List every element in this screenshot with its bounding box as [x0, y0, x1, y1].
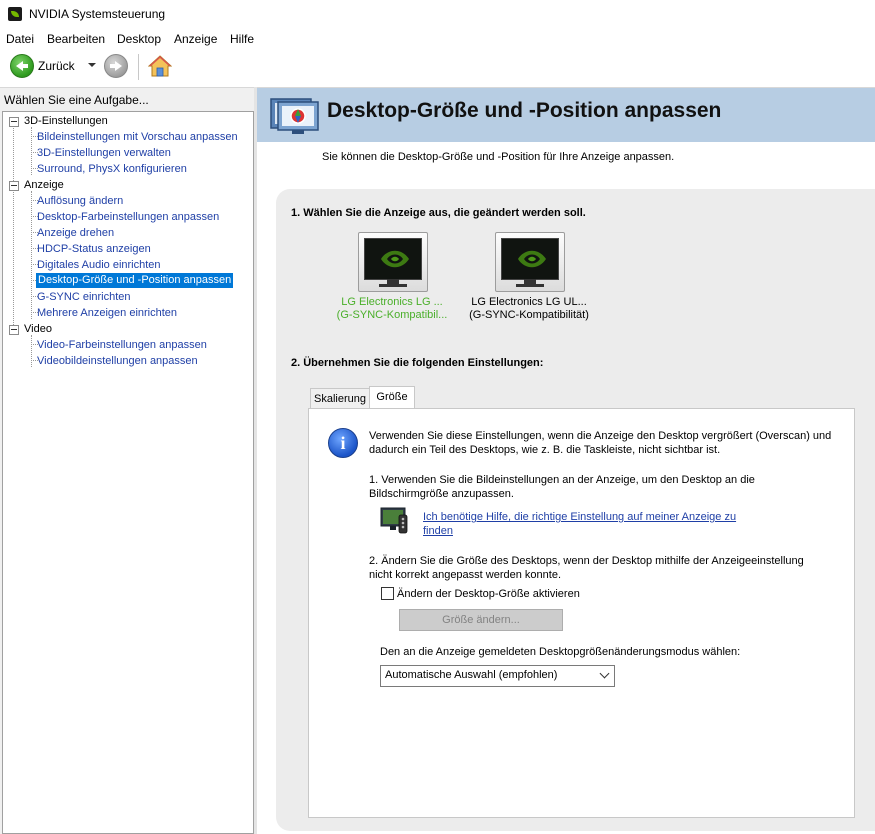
info-icon: i [328, 428, 358, 458]
forward-arrow-icon[interactable] [104, 54, 128, 78]
tree-category-anzeige[interactable]: Anzeige [24, 178, 64, 193]
tree-item-desktop-farbe[interactable]: Desktop-Farbeinstellungen anpassen [37, 210, 219, 225]
tree-item-gsync[interactable]: G-SYNC einrichten [37, 290, 131, 305]
toolbar [0, 49, 875, 88]
enable-resize-label[interactable]: Ändern der Desktop-Größe aktivieren [397, 587, 580, 601]
tab-panel-groesse [308, 408, 855, 818]
display-2-label[interactable]: LG Electronics LG UL... (G-SYNC-Kompatibi… [469, 296, 589, 322]
tree-category-3d[interactable]: 3D-Einstellungen [24, 114, 108, 129]
tree-item-bildeinstellungen[interactable]: Bildeinstellungen mit Vorschau anpassen [37, 130, 238, 145]
resize-mode-select[interactable]: Automatische Auswahl (empfohlen) [380, 665, 615, 687]
tab-skalierung[interactable]: Skalierung [310, 388, 370, 409]
collapse-video-icon[interactable] [9, 325, 19, 335]
tree-item-videobild[interactable]: Videobildeinstellungen anpassen [37, 354, 198, 369]
menu-bearbeiten[interactable]: Bearbeiten [47, 32, 105, 46]
desktop-size-icon [270, 98, 319, 134]
menu-datei[interactable]: Datei [6, 32, 34, 46]
tree-item-surround[interactable]: Surround, PhysX konfigurieren [37, 162, 187, 177]
display-1-button[interactable] [358, 232, 428, 292]
back-button-label[interactable]: Zurück [38, 59, 75, 73]
page-title: Desktop-Größe und -Position anpassen [327, 99, 722, 122]
tree-item-video-farbe[interactable]: Video-Farbeinstellungen anpassen [37, 338, 207, 353]
tree-item-3d-verwalten[interactable]: 3D-Einstellungen verwalten [37, 146, 171, 161]
tab-groesse[interactable]: Größe [369, 386, 415, 410]
tree-item-anzeige-drehen[interactable]: Anzeige drehen [37, 226, 114, 241]
help-link[interactable]: Ich benötige Hilfe, die richtige Einstel… [423, 510, 736, 538]
toolbar-separator [138, 54, 139, 80]
tree-connector [31, 335, 32, 367]
menu-hilfe[interactable]: Hilfe [230, 32, 254, 46]
step1-text: 1. Verwenden Sie die Bildeinstellungen a… [369, 474, 755, 500]
tree-item-mehrere-anzeigen[interactable]: Mehrere Anzeigen einrichten [37, 306, 177, 321]
tree-item-desktop-groesse[interactable]: Desktop-Größe und -Position anpassen [36, 273, 234, 288]
tree-item-hdcp[interactable]: HDCP-Status anzeigen [37, 242, 151, 257]
nvidia-logo-icon [365, 239, 421, 279]
tree-item-aufloesung[interactable]: Auflösung ändern [37, 194, 123, 209]
resize-mode-label: Den an die Anzeige gemeldeten Desktopgrö… [380, 646, 741, 658]
nvidia-logo-icon [502, 239, 558, 279]
collapse-3d-icon[interactable] [9, 117, 19, 127]
display-2-button[interactable] [495, 232, 565, 292]
collapse-anzeige-icon[interactable] [9, 181, 19, 191]
section-select-display: 1. Wählen Sie die Anzeige aus, die geänd… [291, 207, 586, 219]
nvidia-app-icon [8, 7, 22, 21]
resize-button[interactable]: Größe ändern... [399, 609, 563, 631]
menu-anzeige[interactable]: Anzeige [174, 32, 217, 46]
page-subtitle: Sie können die Desktop-Größe und -Positi… [322, 151, 675, 163]
tree-category-video[interactable]: Video [24, 322, 52, 337]
tree-connector [13, 125, 14, 333]
info-text: Verwenden Sie diese Einstellungen, wenn … [369, 430, 832, 456]
tree-connector [31, 191, 32, 319]
resize-mode-value: Automatische Auswahl (empfohlen) [385, 669, 558, 681]
enable-resize-checkbox[interactable] [381, 587, 394, 600]
task-tree: 3D-Einstellungen Bildeinstellungen mit V… [2, 111, 254, 834]
menu-desktop[interactable]: Desktop [117, 32, 161, 46]
home-icon[interactable] [148, 54, 172, 78]
chevron-down-icon [599, 668, 610, 679]
task-panel-header: Wählen Sie eine Aufgabe... [4, 93, 149, 107]
tree-item-digitales-audio[interactable]: Digitales Audio einrichten [37, 258, 161, 273]
back-arrow-icon[interactable] [10, 54, 34, 78]
display-1-label[interactable]: LG Electronics LG ... (G-SYNC-Kompatibil.… [332, 296, 452, 322]
window-title: NVIDIA Systemsteuerung [29, 7, 166, 21]
history-dropdown-icon[interactable] [88, 63, 96, 67]
step2-text: 2. Ändern Sie die Größe des Desktops, we… [369, 555, 804, 581]
display-remote-icon [380, 507, 408, 534]
section-apply-settings: 2. Übernehmen Sie die folgenden Einstell… [291, 357, 544, 369]
